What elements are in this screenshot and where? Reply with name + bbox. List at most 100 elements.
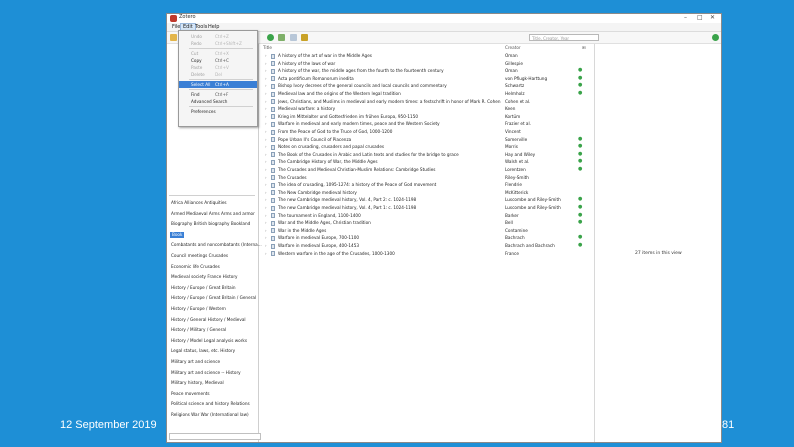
table-row[interactable]: › The idea of crusading, 1095-1274: a his…: [260, 181, 592, 189]
attachment-dot-icon[interactable]: ●: [578, 242, 582, 250]
tag-item[interactable]: History / Model Legal analysis works: [171, 338, 247, 344]
menu-item-redo[interactable]: Redo Ctrl+Shift+Z: [179, 40, 257, 47]
attachment-dot-icon[interactable]: ●: [578, 151, 582, 159]
menu-item-delete[interactable]: Delete Del: [179, 71, 257, 78]
expand-arrow-icon[interactable]: ›: [265, 219, 267, 227]
expand-arrow-icon[interactable]: ›: [265, 82, 267, 90]
expand-arrow-icon[interactable]: ›: [265, 158, 267, 166]
menu-item-cut[interactable]: Cut Ctrl+X: [179, 50, 257, 57]
tag-item[interactable]: Book: [170, 231, 185, 238]
tag-item[interactable]: Peace movements: [171, 391, 210, 397]
column-header-title[interactable]: Title: [263, 44, 272, 51]
table-row[interactable]: › The new Cambridge medieval history, Vol…: [260, 204, 592, 212]
expand-arrow-icon[interactable]: ›: [265, 227, 267, 235]
tag-item[interactable]: Council meetings Crusades: [171, 253, 228, 259]
tag-filter-input[interactable]: [169, 433, 261, 440]
attachment-dot-icon[interactable]: ●: [578, 212, 582, 220]
table-row[interactable]: › Acta pontificum Romanorum inedita von Pf…: [260, 75, 592, 83]
expand-arrow-icon[interactable]: ›: [265, 174, 267, 182]
tag-item[interactable]: Religions War War (International law): [171, 412, 249, 418]
table-row[interactable]: › Jews, Christians, and Muslims in mediev…: [260, 98, 592, 106]
sync-icon[interactable]: [712, 34, 719, 41]
expand-arrow-icon[interactable]: ›: [265, 250, 267, 258]
tag-item[interactable]: Legal status, laws, etc. History: [171, 348, 235, 354]
menu-item-find[interactable]: Find Ctrl+F: [179, 91, 257, 98]
expand-arrow-icon[interactable]: ›: [265, 234, 267, 242]
expand-arrow-icon[interactable]: ›: [265, 212, 267, 220]
table-row[interactable]: › Medieval warfare: a history Keen: [260, 105, 592, 113]
table-row[interactable]: › Medieval law and the origins of the Wes…: [260, 90, 592, 98]
expand-arrow-icon[interactable]: ›: [265, 242, 267, 250]
tag-item[interactable]: Biography British biography Bookland: [171, 221, 250, 227]
tag-item[interactable]: History / Europe / Western: [171, 306, 226, 312]
tag-item[interactable]: History / Military / General: [171, 327, 226, 333]
table-row[interactable]: › From the Peace of God to the Truce of G…: [260, 128, 592, 136]
expand-arrow-icon[interactable]: ›: [265, 151, 267, 159]
attachment-dot-icon[interactable]: ●: [578, 82, 582, 90]
expand-arrow-icon[interactable]: ›: [265, 181, 267, 189]
expand-arrow-icon[interactable]: ›: [265, 105, 267, 113]
table-row[interactable]: › The Book of the Crusades in Arabic and …: [260, 151, 592, 159]
tag-item[interactable]: Military art and science -- History: [171, 370, 241, 376]
new-item-icon[interactable]: [267, 34, 274, 41]
table-row[interactable]: › War and the Middle Ages, Christian trad…: [260, 219, 592, 227]
attachment-dot-icon[interactable]: ●: [578, 234, 582, 242]
new-collection-icon[interactable]: [170, 34, 177, 41]
menu-item-preferences[interactable]: Preferences: [179, 108, 257, 115]
attachment-dot-icon[interactable]: ●: [578, 196, 582, 204]
menu-item-undo[interactable]: Undo Ctrl+Z: [179, 33, 257, 40]
expand-arrow-icon[interactable]: ›: [265, 196, 267, 204]
attachment-dot-icon[interactable]: ●: [578, 204, 582, 212]
expand-arrow-icon[interactable]: ›: [265, 60, 267, 68]
table-row[interactable]: › Krieg im Mittelalter und Gottesfrieden …: [260, 113, 592, 121]
tag-item[interactable]: Political science and history Relations: [171, 401, 250, 407]
menu-item-select-all[interactable]: Select All Ctrl+A: [179, 81, 257, 88]
attachment-dot-icon[interactable]: ●: [578, 90, 582, 98]
expand-arrow-icon[interactable]: ›: [265, 113, 267, 121]
expand-arrow-icon[interactable]: ›: [265, 67, 267, 75]
close-icon[interactable]: ✕: [710, 14, 715, 21]
table-row[interactable]: › A history of the art of war in the Midd…: [260, 52, 592, 60]
table-row[interactable]: › Western warfare in the age of the Crusa…: [260, 250, 592, 258]
tag-item[interactable]: Military art and science: [171, 359, 220, 365]
tag-item[interactable]: History / Europe / Great Britain: [171, 285, 236, 291]
table-row[interactable]: › Bishop Ivory decrees of the general cou…: [260, 82, 592, 90]
table-row[interactable]: › The Cambridge History of War, the Middl…: [260, 158, 592, 166]
table-row[interactable]: › Warfare in medieval Europe, 700-1100 Bac…: [260, 234, 592, 242]
attachment-icon[interactable]: [301, 34, 308, 41]
tag-item[interactable]: History / General History / Medieval: [171, 317, 246, 323]
expand-arrow-icon[interactable]: ›: [265, 98, 267, 106]
tag-item[interactable]: Economic life Crusades: [171, 264, 220, 270]
table-row[interactable]: › A history of the laws of war Gillespie: [260, 60, 592, 68]
menu-item-advanced-search[interactable]: Advanced Search: [179, 98, 257, 105]
menu-item-paste[interactable]: Paste Ctrl+V: [179, 64, 257, 71]
column-header-creator[interactable]: Creator: [505, 44, 521, 51]
expand-arrow-icon[interactable]: ›: [265, 143, 267, 151]
attachment-dot-icon[interactable]: ●: [578, 158, 582, 166]
expand-arrow-icon[interactable]: ›: [265, 52, 267, 60]
expand-arrow-icon[interactable]: ›: [265, 120, 267, 128]
table-row[interactable]: › The Crusades Riley-Smith: [260, 174, 592, 182]
tag-item[interactable]: Combatants and noncombatants (Interna...: [171, 242, 262, 248]
table-row[interactable]: › Warfare in medieval and early modern ti…: [260, 120, 592, 128]
expand-arrow-icon[interactable]: ›: [265, 166, 267, 174]
search-input[interactable]: Title, Creator, Year: [529, 34, 599, 41]
tag-item[interactable]: Africa Alliances Antiquities: [171, 200, 227, 206]
attachment-dot-icon[interactable]: ●: [578, 75, 582, 83]
new-note-icon[interactable]: [290, 34, 297, 41]
attachment-dot-icon[interactable]: ●: [578, 67, 582, 75]
expand-arrow-icon[interactable]: ›: [265, 128, 267, 136]
expand-arrow-icon[interactable]: ›: [265, 189, 267, 197]
minimize-icon[interactable]: –: [684, 14, 687, 21]
table-row[interactable]: › The new Cambridge medieval history, Vol…: [260, 196, 592, 204]
column-picker-icon[interactable]: ⊞: [582, 44, 586, 51]
attachment-dot-icon[interactable]: ●: [578, 143, 582, 151]
table-row[interactable]: › Notes on crusading, crusaders and papal…: [260, 143, 592, 151]
table-row[interactable]: › Pope Urban II's Council of Piacenza Some…: [260, 136, 592, 144]
expand-arrow-icon[interactable]: ›: [265, 90, 267, 98]
table-row[interactable]: › Warfare in medieval Europe, 400-1453 Bac…: [260, 242, 592, 250]
table-row[interactable]: › The New Cambridge medieval history McKit…: [260, 189, 592, 197]
add-by-identifier-icon[interactable]: [278, 34, 285, 41]
expand-arrow-icon[interactable]: ›: [265, 136, 267, 144]
table-row[interactable]: › War in the Middle Ages Contamine: [260, 227, 592, 235]
